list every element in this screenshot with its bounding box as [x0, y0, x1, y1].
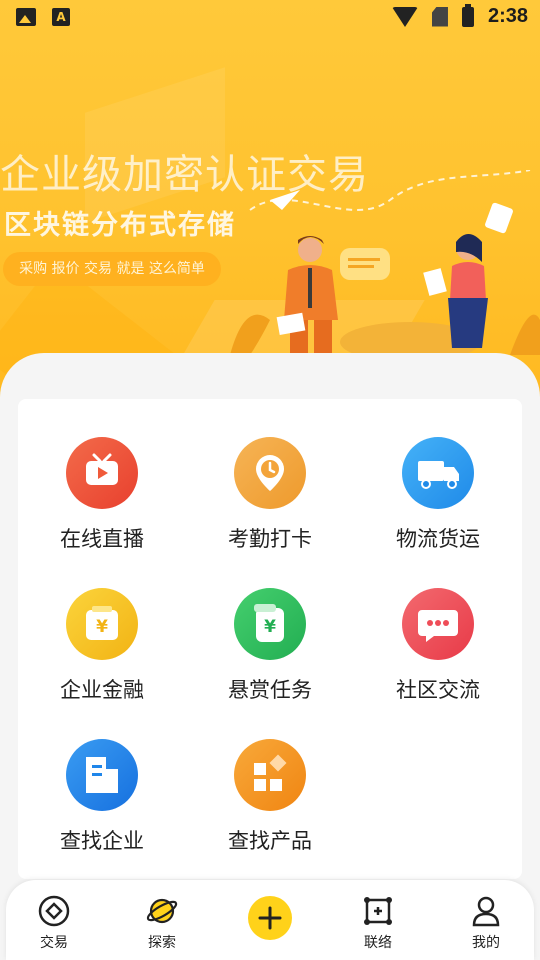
no-sim-icon: [431, 6, 448, 27]
banner-subline: 区块链分布式存储: [4, 210, 236, 241]
svg-text:¥: ¥: [264, 617, 276, 637]
status-bar: A 2:38: [0, 0, 540, 36]
feature-community[interactable]: 社区交流: [354, 588, 522, 728]
feature-attendance[interactable]: 考勤打卡: [186, 437, 354, 577]
wifi-icon: [391, 6, 418, 27]
wallet-yuan-icon: ¥: [66, 588, 138, 660]
product-grid-icon: [234, 739, 306, 811]
user-icon: [472, 896, 500, 927]
tab-me[interactable]: 我的: [438, 880, 534, 960]
truck-icon: [402, 437, 474, 509]
tab-label: 我的: [472, 935, 500, 951]
feature-label: 社区交流: [396, 678, 480, 702]
add-circle-icon: [248, 896, 292, 940]
banner-pill: 采购 报价 交易 就是 这么简单: [3, 252, 221, 286]
tab-label: 联络: [364, 935, 392, 951]
feature-label: 悬赏任务: [228, 678, 312, 702]
tab-trade[interactable]: 交易: [6, 880, 102, 960]
feature-label: 企业金融: [60, 678, 144, 702]
clock-pin-icon: [234, 437, 306, 509]
image-icon: [16, 8, 36, 26]
svg-text:¥: ¥: [96, 617, 108, 637]
feature-label: 在线直播: [60, 527, 144, 551]
battery-charging-icon: [461, 3, 474, 27]
tab-label: 交易: [40, 935, 68, 951]
feature-label: 查找产品: [228, 829, 312, 853]
trade-diamond-icon: [38, 895, 70, 927]
status-time: 2:38: [487, 5, 528, 27]
tab-explore[interactable]: 探索: [114, 880, 210, 960]
feature-card: 在线直播 考勤打卡 物流货运 ¥ 企业金融 ¥ 悬赏任务 社区交流 查找企业 查…: [18, 399, 522, 879]
contact-frame-icon: [364, 897, 392, 925]
text-a-icon: A: [52, 8, 70, 26]
planet-icon: [146, 898, 178, 924]
live-tv-icon: [66, 437, 138, 509]
building-icon: [66, 739, 138, 811]
feature-live[interactable]: 在线直播: [18, 437, 186, 577]
reward-yuan-icon: ¥: [234, 588, 306, 660]
feature-label: 考勤打卡: [228, 527, 312, 551]
bottom-tab-bar: 交易 探索 联络 我的: [6, 880, 534, 960]
feature-find-company[interactable]: 查找企业: [18, 739, 186, 879]
feature-logistics[interactable]: 物流货运: [354, 437, 522, 577]
chat-bubble-icon: [402, 588, 474, 660]
feature-label: 查找企业: [60, 829, 144, 853]
tab-add[interactable]: [222, 880, 318, 960]
feature-find-product[interactable]: 查找产品: [186, 739, 354, 879]
tab-label: 探索: [148, 935, 176, 951]
feature-reward[interactable]: ¥ 悬赏任务: [186, 588, 354, 728]
tab-contact[interactable]: 联络: [330, 880, 426, 960]
business-people-illustration: [230, 170, 540, 360]
feature-label: 物流货运: [396, 527, 480, 551]
feature-finance[interactable]: ¥ 企业金融: [18, 588, 186, 728]
